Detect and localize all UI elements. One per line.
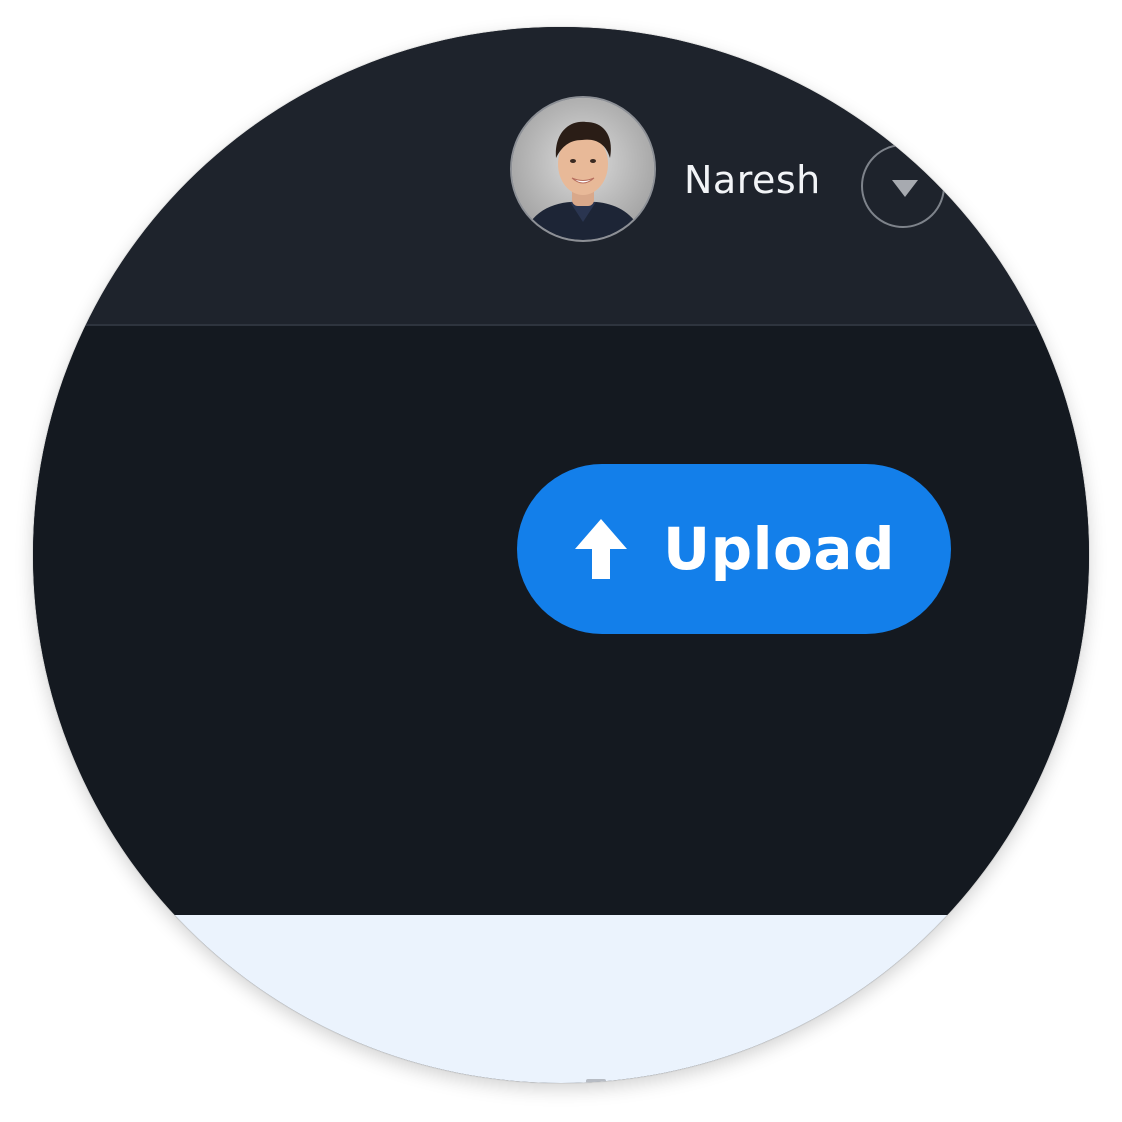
user-photo-icon xyxy=(512,98,654,240)
app-window: Naresh Upload xyxy=(33,27,1089,1083)
scroll-indicator[interactable] xyxy=(586,1079,606,1083)
user-menu-button[interactable] xyxy=(861,144,945,228)
chevron-down-icon xyxy=(892,180,918,197)
upload-arrow-icon xyxy=(575,519,627,579)
avatar[interactable] xyxy=(510,96,656,242)
upload-button[interactable]: Upload xyxy=(517,464,951,634)
top-navigation-bar: Naresh xyxy=(33,27,1089,326)
user-name: Naresh xyxy=(684,158,821,202)
upload-label: Upload xyxy=(663,515,895,583)
content-area xyxy=(33,915,1089,1083)
